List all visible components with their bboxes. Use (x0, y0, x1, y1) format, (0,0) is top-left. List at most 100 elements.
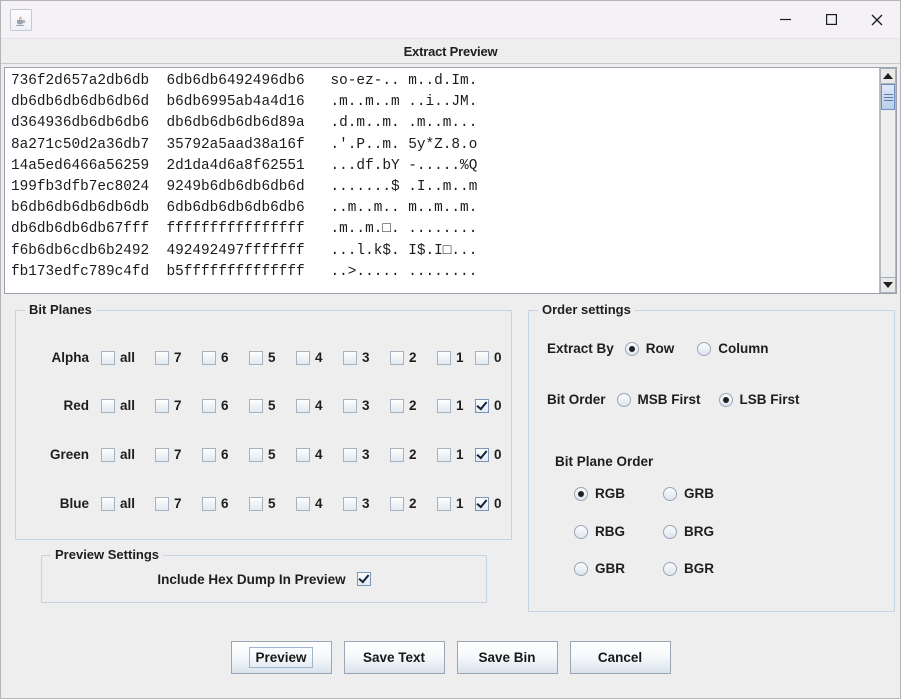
bit-plane-blue-3[interactable]: 3 (343, 496, 370, 511)
checkbox[interactable] (202, 447, 216, 462)
bit-plane-red-0[interactable]: 0 (475, 398, 502, 413)
bit-plane-blue-5[interactable]: 5 (249, 496, 276, 511)
bit-plane-red-7[interactable]: 7 (155, 398, 182, 413)
bit-plane-red-all[interactable]: all (101, 398, 135, 413)
bit-plane-red-6[interactable]: 6 (202, 398, 229, 413)
radio-label: GBR (595, 561, 625, 576)
scroll-up-button[interactable] (880, 68, 896, 84)
bit-planes-legend: Bit Planes (25, 302, 96, 317)
radio-extract-by-column[interactable]: Column (697, 341, 769, 356)
bit-plane-red-2[interactable]: 2 (390, 398, 417, 413)
bit-plane-blue-2[interactable]: 2 (390, 496, 417, 511)
bit-plane-green-4[interactable]: 4 (296, 447, 323, 462)
checkbox[interactable] (437, 350, 451, 365)
checkbox[interactable] (437, 496, 451, 511)
bit-plane-blue-all[interactable]: all (101, 496, 135, 511)
checkbox[interactable] (343, 447, 357, 462)
bit-plane-alpha-4[interactable]: 4 (296, 350, 323, 365)
checkbox[interactable] (475, 350, 489, 365)
bit-plane-blue-1[interactable]: 1 (437, 496, 464, 511)
checkbox[interactable] (101, 447, 115, 462)
bit-plane-alpha-0[interactable]: 0 (475, 350, 502, 365)
bit-plane-red-3[interactable]: 3 (343, 398, 370, 413)
radio-bit-plane-order-bgr[interactable]: BGR (663, 561, 714, 576)
bit-plane-green-7[interactable]: 7 (155, 447, 182, 462)
checkbox[interactable] (101, 350, 115, 365)
cancel-button[interactable]: Cancel (569, 641, 671, 674)
checkbox[interactable] (155, 398, 169, 413)
checkbox[interactable] (155, 447, 169, 462)
bit-plane-alpha-3[interactable]: 3 (343, 350, 370, 365)
checkbox[interactable] (437, 398, 451, 413)
include-hex-dump-checkbox[interactable] (356, 572, 371, 586)
bit-plane-blue-6[interactable]: 6 (202, 496, 229, 511)
checkbox[interactable] (390, 398, 404, 413)
bit-plane-green-1[interactable]: 1 (437, 447, 464, 462)
checkbox[interactable] (296, 350, 310, 365)
checkbox[interactable] (296, 447, 310, 462)
minimize-button[interactable] (762, 1, 808, 38)
radio-extract-by-row[interactable]: Row (624, 341, 674, 356)
scroll-down-button[interactable] (880, 277, 896, 293)
preview-button[interactable]: Preview (230, 641, 332, 674)
save-text-button[interactable]: Save Text (343, 641, 445, 674)
bit-plane-green-5[interactable]: 5 (249, 447, 276, 462)
radio-bit-order-lsb[interactable]: LSB First (718, 392, 800, 407)
checkbox[interactable] (343, 398, 357, 413)
checkbox[interactable] (296, 398, 310, 413)
scrollbar-track[interactable] (880, 84, 896, 277)
bit-plane-blue-0[interactable]: 0 (475, 496, 502, 511)
radio-bit-plane-order-gbr[interactable]: GBR (574, 561, 625, 576)
bit-plane-green-2[interactable]: 2 (390, 447, 417, 462)
checkbox[interactable] (202, 350, 216, 365)
bit-plane-blue-7[interactable]: 7 (155, 496, 182, 511)
checkbox[interactable] (437, 447, 451, 462)
checkbox[interactable] (343, 350, 357, 365)
bit-plane-red-5[interactable]: 5 (249, 398, 276, 413)
radio-label: RGB (595, 486, 625, 501)
radio-label: BGR (684, 561, 714, 576)
bit-plane-green-all[interactable]: all (101, 447, 135, 462)
checkbox[interactable] (475, 496, 489, 511)
maximize-button[interactable] (808, 1, 854, 38)
bit-plane-alpha-5[interactable]: 5 (249, 350, 276, 365)
checkbox[interactable] (390, 350, 404, 365)
checkbox[interactable] (343, 496, 357, 511)
bit-plane-alpha-1[interactable]: 1 (437, 350, 464, 365)
bit-plane-alpha-6[interactable]: 6 (202, 350, 229, 365)
bit-plane-alpha-7[interactable]: 7 (155, 350, 182, 365)
bit-plane-green-3[interactable]: 3 (343, 447, 370, 462)
bit-plane-alpha-2[interactable]: 2 (390, 350, 417, 365)
scrollbar-thumb[interactable] (881, 84, 895, 110)
checkbox[interactable] (202, 496, 216, 511)
bit-plane-green-0[interactable]: 0 (475, 447, 502, 462)
checkbox[interactable] (390, 496, 404, 511)
hex-preview-scrollbar[interactable] (879, 68, 896, 293)
checkbox[interactable] (249, 398, 263, 413)
radio-bit-plane-order-brg[interactable]: BRG (663, 524, 714, 539)
bit-plane-red-1[interactable]: 1 (437, 398, 464, 413)
checkbox[interactable] (475, 447, 489, 462)
radio-bit-plane-order-rgb[interactable]: RGB (574, 486, 625, 501)
checkbox[interactable] (249, 496, 263, 511)
hex-preview-textarea[interactable]: 736f2d657a2db6db 6db6db6492496db6 so-ez-… (5, 68, 879, 293)
checkbox[interactable] (475, 398, 489, 413)
checkbox[interactable] (155, 350, 169, 365)
checkbox[interactable] (101, 398, 115, 413)
radio-bit-plane-order-rbg[interactable]: RBG (574, 524, 625, 539)
checkbox[interactable] (101, 496, 115, 511)
save-bin-button[interactable]: Save Bin (456, 641, 558, 674)
bit-plane-alpha-all[interactable]: all (101, 350, 135, 365)
checkbox[interactable] (390, 447, 404, 462)
radio-bit-order-msb[interactable]: MSB First (616, 392, 701, 407)
checkbox[interactable] (249, 350, 263, 365)
radio-bit-plane-order-grb[interactable]: GRB (663, 486, 714, 501)
close-button[interactable] (854, 1, 900, 38)
checkbox[interactable] (155, 496, 169, 511)
bit-plane-red-4[interactable]: 4 (296, 398, 323, 413)
checkbox[interactable] (202, 398, 216, 413)
checkbox[interactable] (249, 447, 263, 462)
bit-plane-blue-4[interactable]: 4 (296, 496, 323, 511)
bit-plane-green-6[interactable]: 6 (202, 447, 229, 462)
checkbox[interactable] (296, 496, 310, 511)
